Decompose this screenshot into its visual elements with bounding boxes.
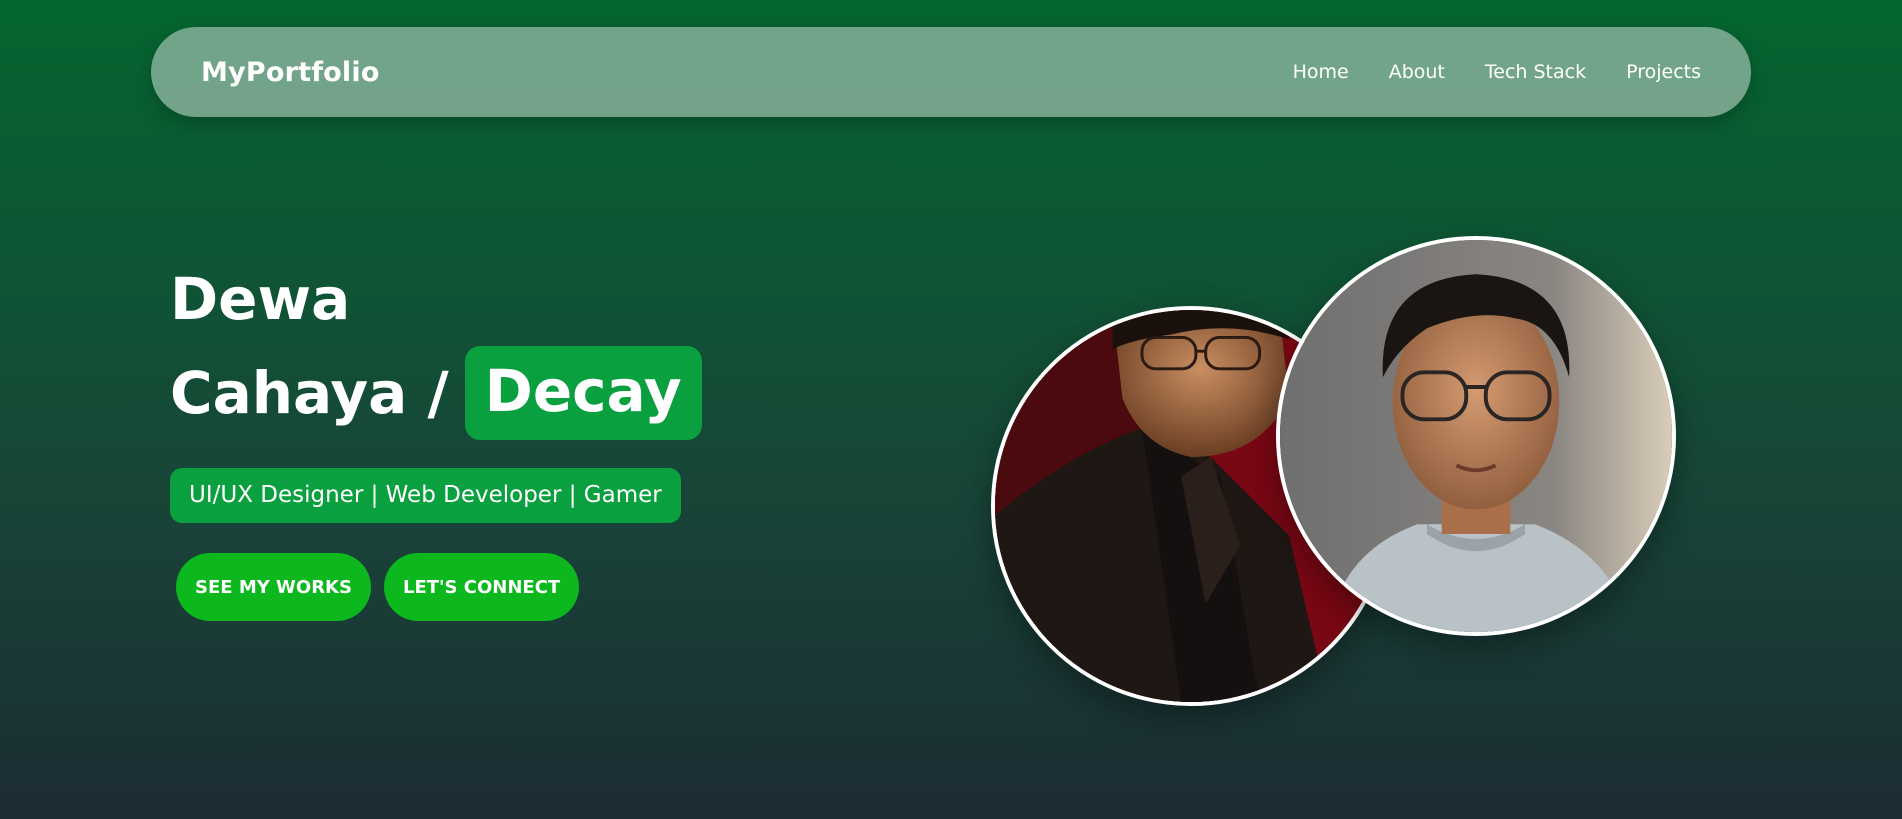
hero-first-name: Dewa [170, 265, 351, 333]
nav-link-home[interactable]: Home [1293, 61, 1349, 83]
nav-link-projects[interactable]: Projects [1626, 61, 1701, 83]
roles-badge: UI/UX Designer | Web Developer | Gamer [170, 468, 681, 523]
cta-buttons: SEE MY WORKS LET'S CONNECT [176, 553, 702, 621]
nav-links: Home About Tech Stack Projects [1293, 61, 1701, 83]
nav-link-tech-stack[interactable]: Tech Stack [1485, 61, 1586, 83]
nickname-badge: Decay [464, 346, 702, 440]
see-my-works-button[interactable]: SEE MY WORKS [176, 553, 371, 621]
portrait-photo-right [1276, 236, 1676, 636]
lets-connect-button[interactable]: LET'S CONNECT [383, 553, 580, 621]
portrait-glasses-image [1280, 240, 1672, 632]
brand-logo[interactable]: MyPortfolio [201, 57, 380, 88]
hero-name-row: Cahaya / Decay [170, 346, 702, 440]
nav-link-about[interactable]: About [1389, 61, 1445, 83]
navbar: MyPortfolio Home About Tech Stack Projec… [151, 27, 1751, 117]
hero-intro: Dewa Cahaya / Decay UI/UX Designer | Web… [170, 262, 702, 621]
hero-last-name: Cahaya / [170, 359, 449, 427]
